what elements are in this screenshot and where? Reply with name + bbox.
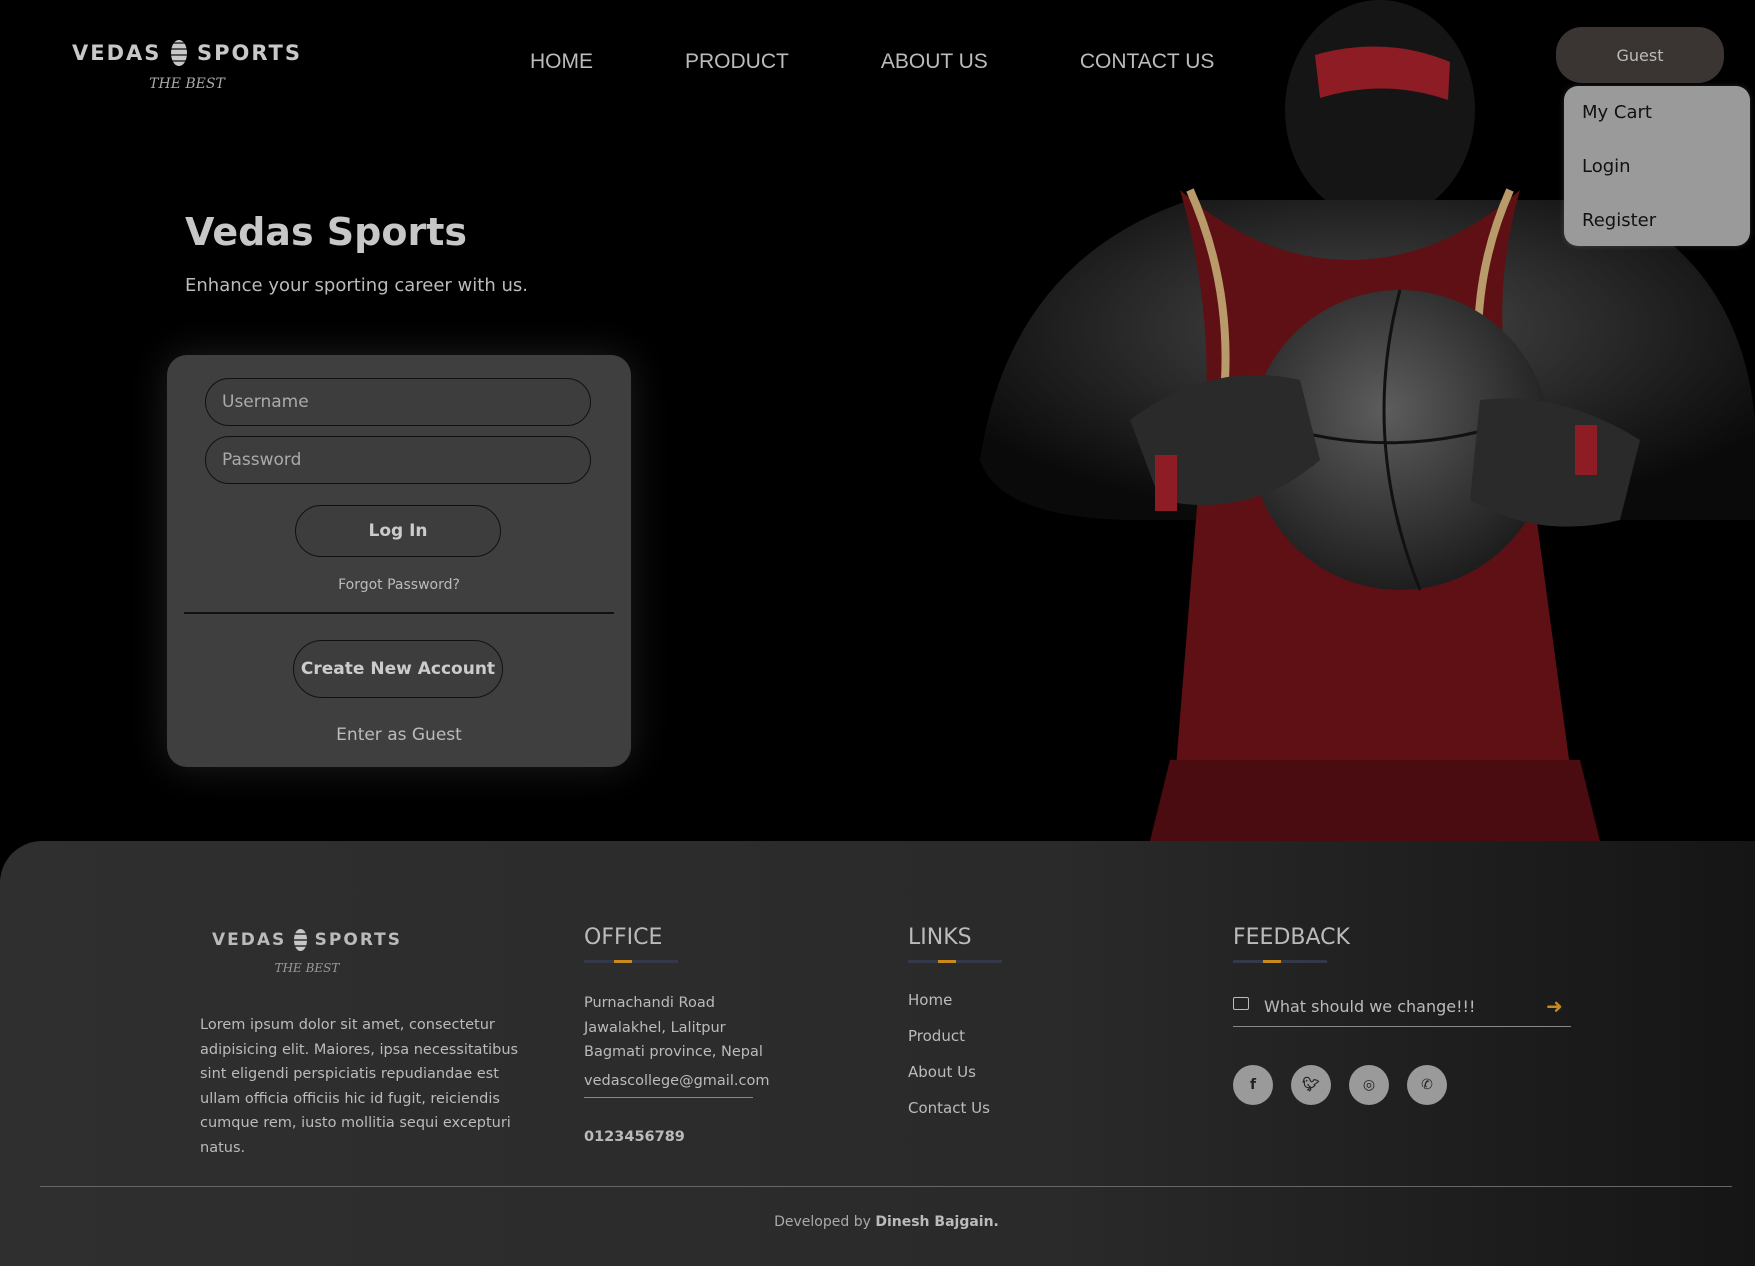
enter-as-guest-link[interactable]: Enter as Guest: [167, 725, 631, 745]
logo-word-left: VEDAS: [72, 41, 162, 65]
footer-logo-word-left: VEDAS: [212, 930, 287, 950]
site-footer: VEDAS SPORTS THE BEST Lorem ipsum dolor …: [0, 841, 1755, 1266]
menu-item-login[interactable]: Login: [1564, 140, 1750, 194]
address-line-2: Jawalakhel, Lalitpur: [584, 1019, 726, 1036]
account-dropdown: My Cart Login Register: [1564, 86, 1750, 246]
login-divider: [184, 612, 614, 614]
footer-link-product[interactable]: Product: [908, 1027, 990, 1063]
menu-item-register[interactable]: Register: [1564, 194, 1750, 248]
footer-divider: [40, 1186, 1732, 1187]
menu-item-my-cart[interactable]: My Cart: [1564, 86, 1750, 140]
credit-name: Dinesh Bajgain.: [875, 1214, 999, 1230]
nav-contact-us[interactable]: CONTACT US: [1080, 50, 1215, 74]
nav-home[interactable]: HOME: [530, 50, 593, 74]
feedback-form: ➜: [1233, 986, 1571, 1027]
arrow-right-icon[interactable]: ➜: [1546, 994, 1563, 1018]
footer-credit: Developed by Dinesh Bajgain.: [0, 1214, 1755, 1230]
ball-logo-icon: [294, 929, 307, 951]
login-card: Log In Forgot Password? Create New Accou…: [167, 355, 631, 767]
instagram-icon[interactable]: ◎: [1349, 1065, 1389, 1105]
main-nav: HOME PRODUCT ABOUT US CONTACT US: [530, 50, 1306, 74]
logo-word-right: SPORTS: [196, 41, 302, 65]
address-line-1: Purnachandi Road: [584, 995, 715, 1011]
site-logo[interactable]: VEDAS SPORTS THE BEST: [72, 40, 302, 92]
links-heading-underline: [908, 960, 1002, 963]
feedback-input[interactable]: [1262, 995, 1546, 1017]
footer-link-about-us[interactable]: About Us: [908, 1063, 990, 1099]
office-heading: OFFICE: [584, 925, 663, 950]
logo-brand: VEDAS SPORTS: [72, 40, 302, 66]
credit-prefix: Developed by: [774, 1214, 871, 1230]
username-input[interactable]: [205, 378, 591, 426]
whatsapp-icon[interactable]: ✆: [1407, 1065, 1447, 1105]
logo-tagline: THE BEST: [149, 76, 225, 92]
facebook-icon[interactable]: f: [1233, 1065, 1273, 1105]
office-address: Purnachandi Road Jawalakhel, Lalitpur Ba…: [584, 991, 763, 1065]
login-button[interactable]: Log In: [295, 505, 501, 557]
account-button[interactable]: Guest: [1556, 27, 1724, 83]
footer-logo: VEDAS SPORTS THE BEST: [212, 929, 402, 975]
hero-subtitle: Enhance your sporting career with us.: [185, 275, 528, 296]
footer-links: Home Product About Us Contact Us: [908, 991, 990, 1135]
social-links: f 🐦︎ ◎ ✆: [1233, 1065, 1447, 1105]
hero-title: Vedas Sports: [185, 210, 467, 254]
footer-link-home[interactable]: Home: [908, 991, 990, 1027]
footer-link-contact-us[interactable]: Contact Us: [908, 1099, 990, 1135]
hero-section: VEDAS SPORTS THE BEST HOME PRODUCT ABOUT…: [0, 0, 1755, 841]
footer-about-text: Lorem ipsum dolor sit amet, consectetur …: [200, 1017, 519, 1156]
feedback-heading-underline: [1233, 960, 1327, 963]
office-heading-underline: [584, 960, 678, 963]
create-account-button[interactable]: Create New Account: [293, 640, 503, 698]
nav-about-us[interactable]: ABOUT US: [881, 50, 988, 74]
forgot-password-link[interactable]: Forgot Password?: [167, 577, 631, 593]
feedback-heading: FEEDBACK: [1233, 925, 1350, 950]
nav-product[interactable]: PRODUCT: [685, 50, 789, 74]
address-line-3: Bagmati province, Nepal: [584, 1044, 763, 1060]
password-input[interactable]: [205, 436, 591, 484]
office-email[interactable]: vedascollege@gmail.com: [584, 1073, 769, 1098]
ball-logo-icon: [171, 40, 187, 66]
footer-logo-tagline: THE BEST: [274, 961, 340, 975]
office-phone: 0123456789: [584, 1129, 685, 1145]
footer-logo-brand: VEDAS SPORTS: [212, 929, 402, 951]
links-heading: LINKS: [908, 925, 972, 950]
twitter-icon[interactable]: 🐦︎: [1291, 1065, 1331, 1105]
footer-logo-word-right: SPORTS: [314, 930, 402, 950]
comment-icon: [1233, 996, 1249, 1010]
